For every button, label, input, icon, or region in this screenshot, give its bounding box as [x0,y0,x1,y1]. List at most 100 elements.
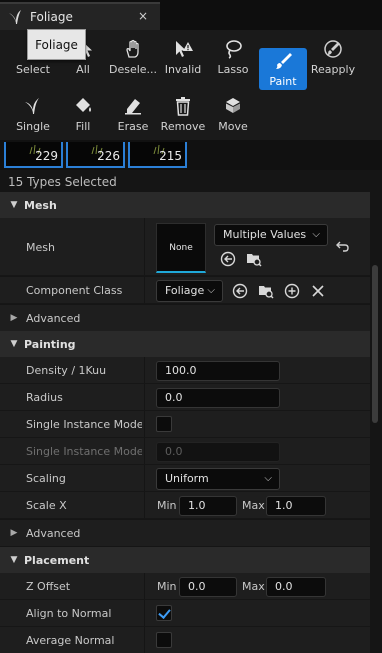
plus-circle-icon [284,283,300,299]
paint-button[interactable]: Paint [259,48,307,90]
paint-label: Paint [269,75,297,88]
invalid-label: Invalid [164,63,202,76]
column-splitter[interactable] [144,384,145,410]
single-grass-icon [25,98,39,114]
reset-to-default-button[interactable] [333,238,351,256]
use-selected-button[interactable] [219,250,237,268]
mesh-asset-value: Multiple Values [223,228,307,241]
eraser-icon [125,99,141,115]
column-splitter[interactable] [144,465,145,491]
property-label: Single Instance Mode... [26,418,142,431]
deselect-button[interactable]: Desele... [109,36,157,78]
deselect-hand-icon [126,39,139,58]
tooltip: Foliage [27,29,86,60]
property-label: Component Class [26,284,123,297]
advanced-label: Advanced [26,526,81,540]
section-header-painting[interactable]: ▼ Painting [0,331,370,357]
instance-count: 226 [97,149,120,163]
scrollbar-thumb[interactable] [372,265,378,423]
move-button[interactable]: Move [209,93,257,135]
reapply-label: Reapply [310,63,356,76]
component-class-value: Foliage [165,284,205,297]
property-row-single-instance-mode: Single Instance Mode... [0,411,370,438]
column-splitter[interactable] [144,357,145,383]
advanced-expander-painting[interactable]: ▶ Advanced [0,520,370,546]
reset-arrow-icon [336,241,349,252]
close-x-icon [312,285,324,297]
lasso-button[interactable]: Lasso [209,36,257,78]
instance-count: 229 [35,149,58,163]
column-splitter[interactable] [144,573,145,599]
column-splitter[interactable] [144,277,145,303]
paint-brush-icon [276,53,292,69]
scale-x-min-input[interactable]: 1.0 [179,496,237,516]
invalid-cursor-icon [176,41,193,57]
single-button[interactable]: Single [9,93,57,135]
component-class-dropdown[interactable]: Foliage ⌵ [156,280,223,302]
z-offset-max-input[interactable]: 0.0 [266,577,326,597]
browse-folder-icon [247,254,262,267]
section-title: Painting [24,337,76,351]
use-selected-arrow-icon [232,283,248,299]
single-instance-mode-value-input: 0.0 [156,442,280,462]
lasso-label: Lasso [217,63,249,76]
foliage-type-thumbnail[interactable]: 226 [66,142,125,168]
column-splitter[interactable] [144,411,145,437]
add-class-button[interactable] [283,282,301,300]
use-selected-class-button[interactable] [231,282,249,300]
mesh-asset-thumbnail[interactable]: None [156,223,206,273]
column-splitter[interactable] [144,627,145,653]
trash-icon [176,97,190,116]
close-icon[interactable]: × [138,9,148,23]
mesh-asset-dropdown[interactable]: Multiple Values ⌵ [214,224,328,246]
remove-button[interactable]: Remove [159,93,207,135]
section-header-placement[interactable]: ▼ Placement [0,547,370,573]
browse-button[interactable] [245,250,263,268]
section-header-mesh[interactable]: ▼ Mesh [0,192,370,218]
erase-label: Erase [117,120,149,133]
single-label: Single [16,120,50,133]
scaling-dropdown[interactable]: Uniform ⌵ [156,468,280,490]
align-to-normal-checkbox[interactable] [156,605,172,621]
erase-button[interactable]: Erase [109,93,157,135]
move-icon [226,98,240,113]
property-label: Scaling [26,472,66,485]
foliage-type-thumbnail[interactable]: 215 [128,142,187,168]
max-label: Max [242,580,265,593]
remove-label: Remove [160,120,206,133]
invalid-button[interactable]: Invalid [159,36,207,78]
chevron-down-icon: ⌵ [312,229,320,240]
column-splitter[interactable] [144,438,145,464]
tab-foliage[interactable]: Foliage × [0,2,160,30]
density-input[interactable]: 100.0 [156,361,280,381]
z-offset-min-input[interactable]: 0.0 [179,577,237,597]
expand-arrow-icon: ▶ [10,313,18,323]
section-title: Mesh [24,198,57,212]
min-label: Min [157,499,177,512]
collapse-arrow-icon: ▼ [10,200,18,210]
section-title: Placement [24,553,90,567]
property-label: Mesh [26,241,55,254]
scale-x-max-input[interactable]: 1.0 [266,496,326,516]
tab-title: Foliage [30,10,73,24]
column-splitter[interactable] [144,600,145,626]
advanced-label: Advanced [26,311,81,325]
column-splitter[interactable] [144,218,145,275]
clear-class-button[interactable] [309,282,327,300]
property-label: Z Offset [26,580,71,593]
fill-bucket-icon [76,98,91,112]
browse-class-button[interactable] [257,282,275,300]
advanced-expander-mesh[interactable]: ▶ Advanced [0,305,370,331]
average-normal-checkbox[interactable] [156,632,172,648]
property-label: Scale X [26,499,67,512]
chevron-down-icon: ⌵ [207,285,215,296]
fill-button[interactable]: Fill [59,93,107,135]
reapply-button[interactable]: Reapply [309,36,357,78]
expand-arrow-icon: ▶ [10,528,18,538]
foliage-leaf-icon [9,10,21,24]
chevron-down-icon: ⌵ [264,473,272,484]
radius-input[interactable]: 0.0 [156,388,280,408]
column-splitter[interactable] [144,492,145,518]
single-instance-mode-checkbox[interactable] [156,416,172,432]
foliage-type-thumbnail[interactable]: 229 [4,142,63,168]
